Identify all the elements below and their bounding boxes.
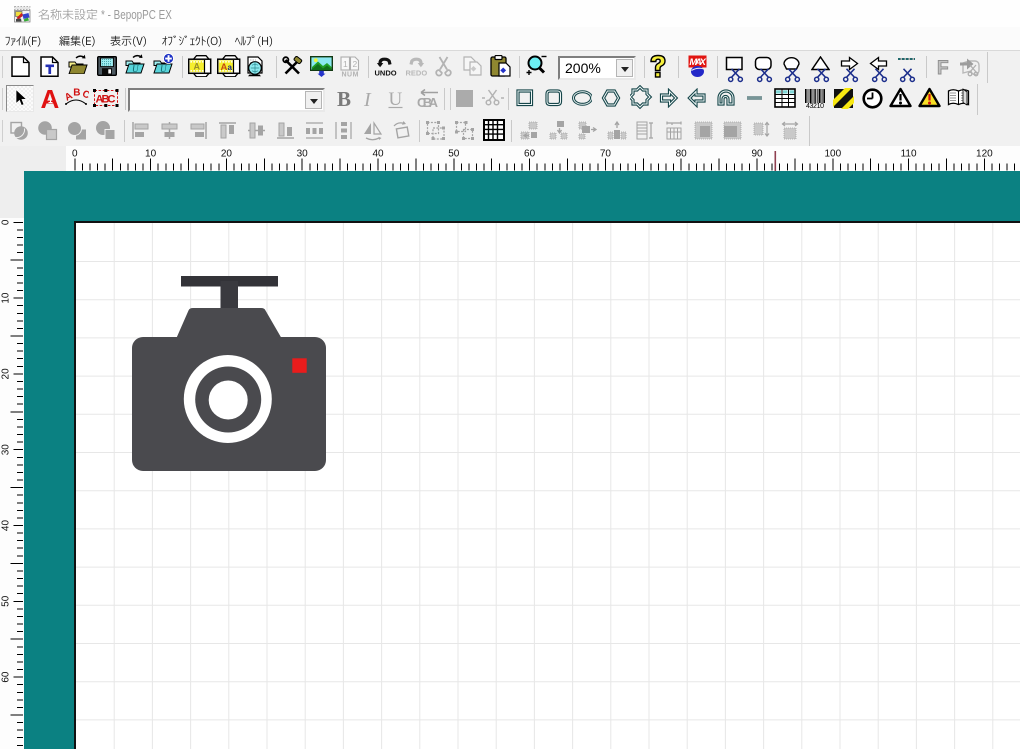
svg-text:50: 50 [448,149,460,160]
svg-text:F: F [937,58,949,78]
svg-text:U: U [160,64,167,74]
svg-text:0: 0 [1,219,12,225]
svg-text:120: 120 [976,149,993,160]
svg-text:A: A [221,62,228,73]
svg-text:30: 30 [1,444,12,456]
svg-text:60: 60 [524,149,536,160]
svg-text:a: a [228,63,233,72]
svg-text:100: 100 [824,149,841,160]
svg-text:110: 110 [901,149,917,160]
svg-text:43210: 43210 [806,103,824,108]
svg-text:80: 80 [676,149,688,160]
svg-text:UNDO: UNDO [375,69,397,78]
svg-text:10: 10 [145,149,157,160]
svg-text:10: 10 [1,292,12,304]
svg-text:90: 90 [751,149,763,160]
svg-text:C: C [80,88,89,101]
svg-text:1: 1 [343,59,348,69]
svg-text:20: 20 [1,368,12,380]
svg-text:B: B [73,88,80,99]
svg-text:CBA: CBA [417,95,439,110]
svg-text:NUM: NUM [342,72,359,78]
svg-text:50: 50 [1,595,12,607]
svg-text:60: 60 [1,671,12,683]
svg-text:U: U [132,64,139,74]
svg-text:B: B [337,88,351,110]
svg-text:70: 70 [600,149,612,160]
svg-text:40: 40 [1,520,12,532]
svg-text:30: 30 [297,149,309,160]
svg-text:U: U [389,89,403,110]
svg-text:40: 40 [372,149,384,160]
svg-text:I: I [363,89,372,110]
svg-text:0: 0 [72,149,78,160]
svg-text:2: 2 [353,59,358,69]
svg-text:20: 20 [221,149,233,160]
svg-text:ABC: ABC [96,94,116,106]
svg-text:A: A [194,62,201,72]
svg-text:REDO: REDO [406,69,428,78]
